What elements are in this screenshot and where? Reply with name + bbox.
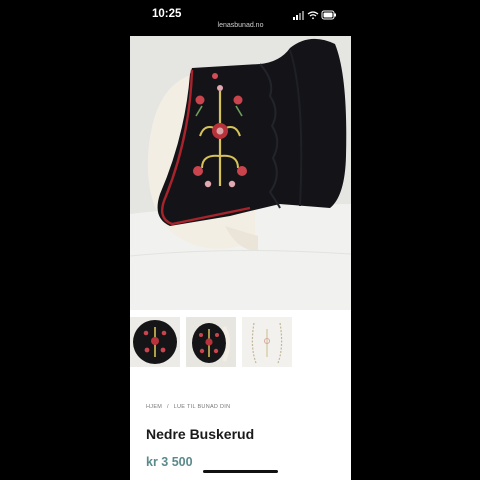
- status-time: 10:25: [152, 8, 182, 20]
- wifi-icon: [307, 11, 319, 20]
- product-title: Nedre Buskerud: [146, 426, 255, 442]
- status-icons: [293, 10, 336, 20]
- battery-icon: [321, 10, 336, 20]
- home-indicator[interactable]: [203, 470, 278, 473]
- thumbnail-1[interactable]: [130, 317, 180, 367]
- signal-icon: [293, 11, 304, 20]
- thumbnail-strip: [130, 317, 351, 367]
- breadcrumb-category[interactable]: LUE TIL BUNAD DIN: [174, 404, 231, 410]
- breadcrumb-separator: /: [167, 404, 169, 410]
- phone-screen: 10:25 lenasbunad.no HJEM / LUE TIL BUNAD…: [130, 0, 351, 480]
- product-price: kr 3 500: [146, 455, 193, 469]
- product-page: HJEM / LUE TIL BUNAD DIN Nedre Buskerud …: [130, 36, 351, 480]
- breadcrumb-home[interactable]: HJEM: [146, 404, 162, 410]
- breadcrumb: HJEM / LUE TIL BUNAD DIN: [146, 404, 233, 410]
- thumbnail-1-image: [130, 317, 180, 367]
- thumbnail-3-image: [242, 317, 292, 367]
- url-bar[interactable]: lenasbunad.no: [130, 22, 351, 29]
- thumbnail-3[interactable]: [242, 317, 292, 367]
- bonnet-photo: [130, 36, 351, 310]
- thumbnail-2-image: [186, 317, 236, 367]
- thumbnail-2[interactable]: [186, 317, 236, 367]
- product-main-image[interactable]: [130, 36, 351, 310]
